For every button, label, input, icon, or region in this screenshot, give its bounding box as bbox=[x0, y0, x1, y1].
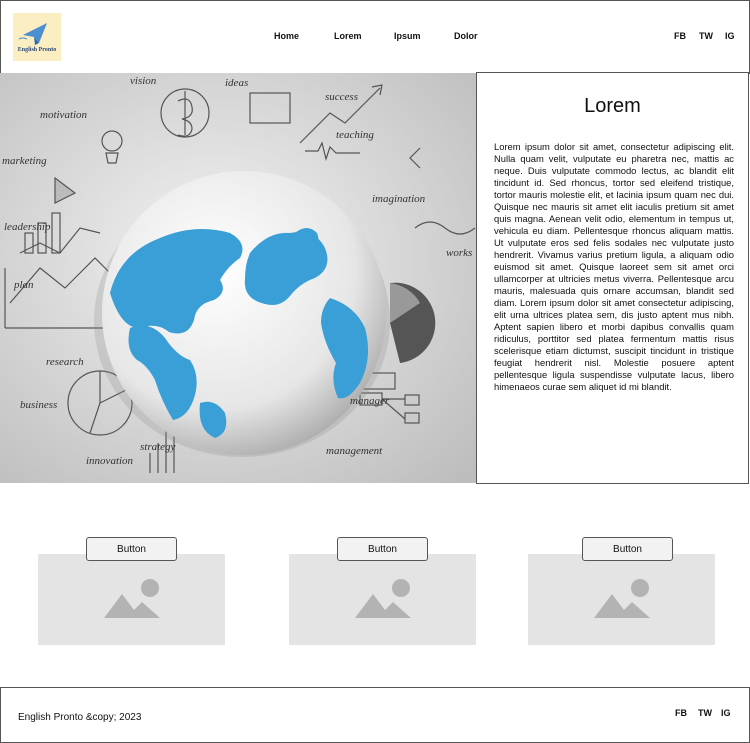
hero-label-teaching: teaching bbox=[336, 129, 374, 141]
hero-label-leadership: leadership bbox=[4, 221, 51, 233]
nav-dolor-link[interactable]: Dolor bbox=[454, 31, 478, 41]
footer-fb-link[interactable]: FB bbox=[675, 708, 687, 718]
hero-label-vision: vision bbox=[130, 75, 157, 87]
header-ig-link[interactable]: IG bbox=[725, 31, 735, 41]
hero-label-business: business bbox=[20, 399, 58, 411]
nav-ipsum-link[interactable]: Ipsum bbox=[394, 31, 421, 41]
footer-ig-link[interactable]: IG bbox=[721, 708, 731, 718]
hero-label-imagination: imagination bbox=[372, 193, 426, 205]
header-fb-link[interactable]: FB bbox=[674, 31, 686, 41]
image-placeholder-icon bbox=[594, 579, 650, 618]
hero-image: vision ideas success motivation teaching… bbox=[0, 73, 477, 483]
card-button-2[interactable]: Button bbox=[337, 537, 428, 561]
intro-panel: Lorem Lorem ipsum dolor sit amet, consec… bbox=[476, 72, 749, 484]
panel-title: Lorem bbox=[584, 95, 641, 117]
hero-label-plan: plan bbox=[14, 279, 34, 291]
hero-label-works: works bbox=[446, 247, 473, 259]
site-header: English Pronto Home Lorem Ipsum Dolor FB… bbox=[0, 0, 750, 74]
footer-copyright: English Pronto &copy; 2023 bbox=[18, 712, 142, 723]
hero-label-ideas: ideas bbox=[225, 77, 249, 89]
panel-body-text: Lorem ipsum dolor sit amet, consectetur … bbox=[494, 141, 734, 392]
image-placeholder-icon bbox=[104, 579, 160, 618]
hero-label-marketing: marketing bbox=[2, 155, 47, 167]
hero-label-management: management bbox=[326, 445, 383, 457]
image-placeholder-icon bbox=[355, 579, 411, 618]
hero-label-manager: manager bbox=[350, 395, 390, 407]
hero-label-research: research bbox=[46, 356, 84, 368]
card-image-placeholder-1 bbox=[38, 554, 225, 645]
site-logo[interactable]: English Pronto bbox=[13, 13, 61, 61]
nav-lorem-link[interactable]: Lorem bbox=[334, 31, 362, 41]
header-tw-link[interactable]: TW bbox=[699, 31, 713, 41]
hero-label-strategy: strategy bbox=[140, 441, 176, 453]
hero-background-sketch bbox=[0, 73, 477, 483]
hero-label-success: success bbox=[325, 91, 358, 103]
card-image-placeholder-2 bbox=[289, 554, 476, 645]
card-button-1[interactable]: Button bbox=[86, 537, 177, 561]
logo-text: English Pronto bbox=[17, 47, 57, 53]
site-footer: English Pronto &copy; 2023 FB TW IG bbox=[0, 687, 750, 743]
nav-home-link[interactable]: Home bbox=[274, 31, 299, 41]
hero-label-innovation: innovation bbox=[86, 455, 134, 467]
paper-plane-icon bbox=[18, 23, 47, 45]
card-image-placeholder-3 bbox=[528, 554, 715, 645]
card-button-3[interactable]: Button bbox=[582, 537, 673, 561]
footer-tw-link[interactable]: TW bbox=[698, 708, 712, 718]
hero-label-motivation: motivation bbox=[40, 109, 88, 121]
